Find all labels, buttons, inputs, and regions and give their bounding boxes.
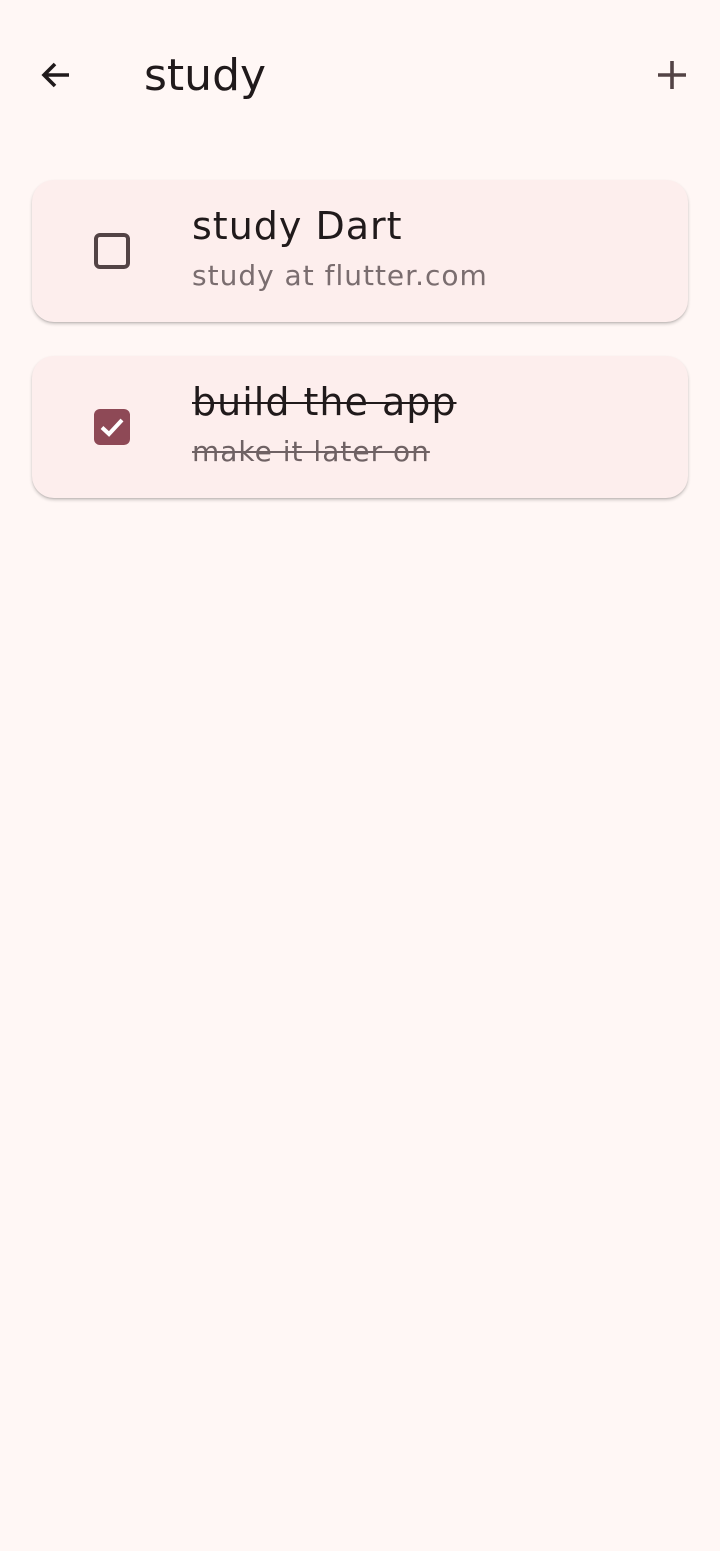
task-checkbox[interactable] xyxy=(94,409,130,445)
task-card[interactable]: build the app make it later on xyxy=(32,356,688,498)
add-task-button[interactable] xyxy=(640,43,704,107)
app-bar: study xyxy=(0,0,720,150)
task-card[interactable]: study Dart study at flutter.com xyxy=(32,180,688,322)
arrow-left-icon xyxy=(41,62,69,88)
back-button[interactable] xyxy=(24,43,88,107)
task-title: study Dart xyxy=(192,204,403,248)
plus-icon xyxy=(658,61,686,89)
task-subtitle: make it later on xyxy=(192,435,430,468)
task-list: study Dart study at flutter.com build th… xyxy=(32,180,688,532)
task-title: build the app xyxy=(192,380,457,424)
checkmark-icon xyxy=(100,418,124,437)
task-subtitle: study at flutter.com xyxy=(192,259,488,292)
task-checkbox[interactable] xyxy=(94,233,130,269)
page-title: study xyxy=(144,50,267,101)
